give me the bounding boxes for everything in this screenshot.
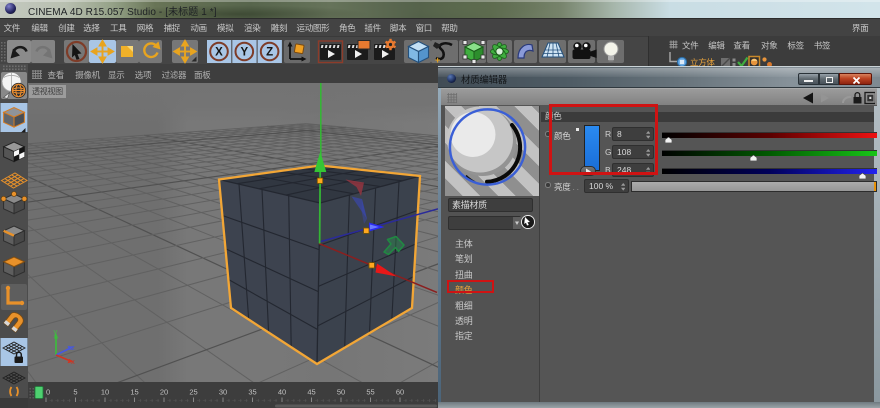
svg-text:文件: 文件 (682, 41, 699, 51)
svg-text:60: 60 (396, 388, 404, 397)
svg-text:35: 35 (248, 388, 256, 397)
svg-text:50: 50 (337, 388, 345, 397)
svg-text:书签: 书签 (814, 41, 831, 51)
svg-text:5: 5 (73, 388, 77, 397)
svg-text:y: y (54, 327, 58, 336)
svg-text:x: x (71, 357, 75, 366)
svg-text:标签: 标签 (787, 41, 804, 51)
svg-text:Z: Z (266, 47, 273, 59)
svg-text:z: z (71, 343, 75, 352)
svg-text:30: 30 (219, 388, 227, 397)
svg-text:0: 0 (46, 388, 50, 397)
svg-text:编辑: 编辑 (708, 41, 725, 51)
svg-text:55: 55 (366, 388, 374, 397)
svg-text:对象: 对象 (761, 41, 778, 51)
svg-text:查看: 查看 (733, 41, 749, 51)
svg-text:15: 15 (130, 388, 138, 397)
svg-text:40: 40 (278, 388, 286, 397)
svg-text:45: 45 (307, 388, 315, 397)
svg-text:25: 25 (189, 388, 197, 397)
svg-text:10: 10 (101, 388, 109, 397)
svg-text:X: X (215, 47, 223, 59)
svg-text:20: 20 (160, 388, 168, 397)
svg-text:Y: Y (240, 47, 248, 59)
